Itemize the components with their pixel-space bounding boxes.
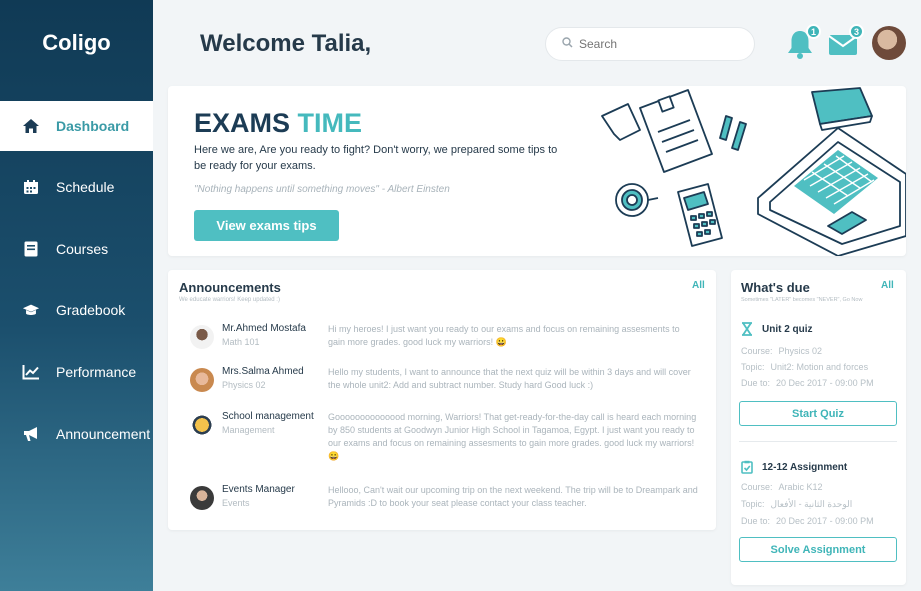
sidebar-item-label: Schedule — [56, 179, 115, 195]
view-exams-tips-button[interactable]: View exams tips — [194, 210, 339, 241]
hero-text: Here we are, Are you ready to fight? Don… — [194, 144, 558, 172]
due-topic: Topic: Unit2: Motion and forces — [741, 362, 868, 372]
due-date-value: 20 Dec 2017 - 09:00 PM — [776, 378, 874, 388]
due-all-link[interactable]: All — [881, 280, 894, 291]
solve-assignment-button[interactable]: Solve Assignment — [739, 537, 897, 562]
sidebar-item-performance[interactable]: Performance — [0, 347, 153, 397]
announcement-source: Events — [222, 498, 250, 508]
announcement-avatar — [190, 368, 214, 392]
divider — [739, 441, 897, 442]
due-course-label: Course: — [741, 482, 773, 492]
due-date: Due to: 20 Dec 2017 - 09:00 PM — [741, 378, 874, 388]
clipboard-check-icon — [741, 460, 755, 474]
due-date-value: 20 Dec 2017 - 09:00 PM — [776, 516, 874, 526]
announcement-author: Mrs.Salma Ahmed — [222, 366, 304, 377]
sidebar-item-courses[interactable]: Courses — [0, 224, 153, 274]
home-icon — [22, 117, 40, 135]
announcements-all-link[interactable]: All — [692, 280, 705, 291]
due-topic-value: الوحدة الثانية - الأفعال — [770, 499, 853, 509]
due-item-title: 12-12 Assignment — [741, 460, 847, 474]
hero-title: EXAMS TIME — [194, 108, 362, 139]
hero-title-part1: EXAMS — [194, 108, 291, 138]
sidebar-item-announcement[interactable]: Announcement — [0, 409, 153, 459]
announcement-author: School management — [222, 411, 314, 422]
announcement-avatar — [190, 413, 214, 437]
announcement-author: Events Manager — [222, 484, 295, 495]
due-item-title-text: 12-12 Assignment — [762, 461, 848, 473]
search-icon — [562, 37, 573, 51]
announcement-avatar — [190, 325, 214, 349]
messages-button[interactable]: 3 — [828, 24, 864, 60]
due-course-label: Course: — [741, 346, 773, 356]
announcement-source: Math 101 — [222, 337, 260, 347]
due-date: Due to: 20 Dec 2017 - 09:00 PM — [741, 516, 874, 526]
hero-title-part2: TIME — [297, 108, 363, 138]
calendar-icon — [22, 178, 40, 196]
due-date-label: Due to: — [741, 516, 771, 526]
graduation-cap-icon — [22, 301, 40, 319]
announcements-card: Announcements We educate warriors! Keep … — [168, 270, 716, 530]
sidebar-item-dashboard[interactable]: Dashboard — [0, 101, 153, 151]
hero-quote: "Nothing happens until something moves" … — [194, 184, 450, 195]
exams-hero-card: EXAMS TIME Here we are, Are you ready to… — [168, 86, 906, 256]
sidebar-item-label: Gradebook — [56, 302, 126, 318]
due-topic-label: Topic: — [741, 362, 765, 372]
sidebar-item-label: Dashboard — [56, 118, 130, 134]
due-title: What's due — [741, 280, 810, 295]
due-topic-value: Unit2: Motion and forces — [770, 362, 869, 372]
exam-illustration — [601, 87, 906, 256]
due-course: Course: Arabic K12 — [741, 482, 823, 492]
announcement-message: Goooooooooooood morning, Warriors! That … — [328, 412, 697, 461]
due-course: Course: Physics 02 — [741, 346, 822, 356]
search-bar[interactable] — [545, 27, 755, 61]
user-avatar[interactable] — [872, 26, 906, 60]
book-icon — [22, 240, 40, 258]
sidebar: Coligo Dashboard Schedule Courses Gradeb… — [0, 0, 153, 591]
start-quiz-button[interactable]: Start Quiz — [739, 401, 897, 426]
announcement-source: Physics 02 — [222, 380, 266, 390]
sidebar-item-label: Courses — [56, 241, 109, 257]
announcement-author: Mr.Ahmed Mostafa — [222, 323, 306, 334]
due-topic: Topic: الوحدة الثانية - الأفعال — [741, 499, 852, 510]
announcements-title: Announcements — [179, 280, 281, 295]
megaphone-icon — [22, 425, 40, 443]
hourglass-icon — [741, 322, 755, 336]
announcement-source: Management — [222, 425, 275, 435]
due-course-value: Physics 02 — [778, 346, 823, 356]
sidebar-item-label: Performance — [56, 364, 137, 380]
due-subtitle: Sometimes "LATER" becomes "NEVER", Go No… — [741, 297, 863, 303]
messages-badge: 3 — [849, 24, 864, 39]
announcement-message: Hello my students, I want to announce th… — [328, 367, 691, 390]
notifications-button[interactable]: 1 — [785, 24, 821, 60]
sidebar-item-schedule[interactable]: Schedule — [0, 162, 153, 212]
whats-due-card: What's due Sometimes "LATER" becomes "NE… — [731, 270, 906, 585]
app-logo: Coligo — [42, 30, 111, 55]
due-item-title: Unit 2 quiz — [741, 322, 813, 336]
announcement-message: Hellooo, Can't wait our upcoming trip on… — [328, 485, 698, 508]
due-item-title-text: Unit 2 quiz — [762, 323, 813, 335]
due-topic-label: Topic: — [741, 499, 765, 509]
announcements-subtitle: We educate warriors! Keep updated :) — [179, 297, 280, 303]
announcement-avatar — [190, 486, 214, 510]
notifications-badge: 1 — [806, 24, 821, 39]
sidebar-item-label: Announcement — [56, 426, 151, 442]
page-title: Welcome Talia, — [200, 30, 372, 57]
sidebar-item-gradebook[interactable]: Gradebook — [0, 285, 153, 335]
due-course-value: Arabic K12 — [778, 482, 823, 492]
due-date-label: Due to: — [741, 378, 771, 388]
chart-icon — [22, 363, 40, 381]
search-input[interactable] — [579, 37, 729, 51]
announcement-message: Hi my heroes! I just want you ready to o… — [328, 324, 680, 347]
